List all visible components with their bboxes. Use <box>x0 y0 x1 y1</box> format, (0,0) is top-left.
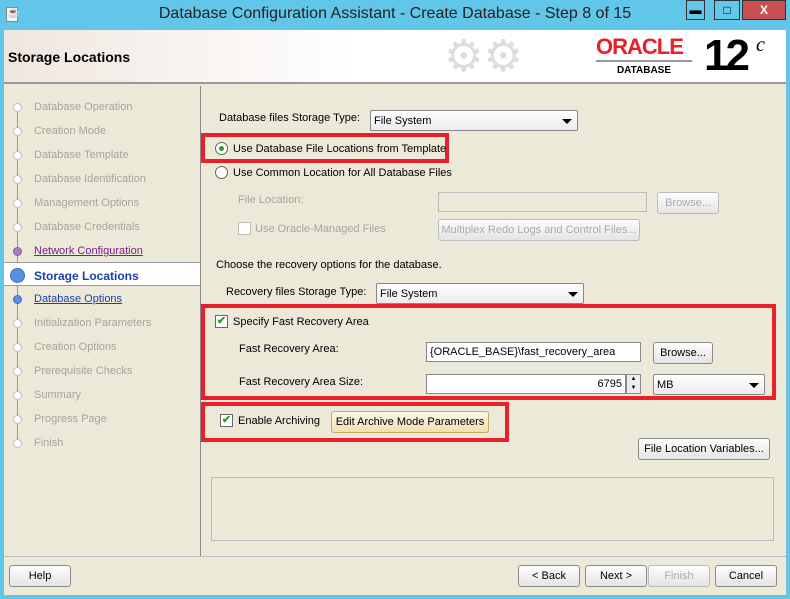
fra-unit-select[interactable]: MB <box>653 374 765 395</box>
recovery-storage-type-value: File System <box>380 288 438 300</box>
specify-fra-label[interactable]: Specify Fast Recovery Area <box>233 316 369 328</box>
step-node-icon <box>13 127 22 136</box>
enable-archiving-checkbox[interactable]: ✔ <box>220 414 233 427</box>
db-storage-type-select[interactable]: File System <box>370 110 578 131</box>
edit-archive-mode-button[interactable]: Edit Archive Mode Parameters <box>331 411 489 433</box>
next-button[interactable]: Next > <box>585 565 647 587</box>
template-locations-label[interactable]: Use Database File Locations from Templat… <box>233 143 446 155</box>
recovery-storage-type-select[interactable]: File System <box>376 283 584 304</box>
browse-fra-button[interactable]: Browse... <box>653 342 713 364</box>
step-node-icon <box>13 415 22 424</box>
step-node-icon <box>13 103 22 112</box>
fra-size-input[interactable]: 6795 <box>426 374 626 394</box>
step-storage-locations: Storage Locations <box>34 269 139 283</box>
step-node-icon <box>13 367 22 376</box>
message-area <box>211 477 774 541</box>
step-prerequisite-checks: Prerequisite Checks <box>34 365 133 377</box>
file-location-variables-button[interactable]: File Location Variables... <box>638 438 770 460</box>
db-storage-type-value: File System <box>374 115 432 127</box>
back-button[interactable]: < Back <box>518 565 580 587</box>
common-location-label[interactable]: Use Common Location for All Database Fil… <box>233 167 452 179</box>
logo-version: 12 <box>704 31 750 80</box>
db-storage-type-label: Database files Storage Type: <box>219 112 361 124</box>
logo-oracle: ORACLE <box>596 34 684 59</box>
step-node-icon <box>13 247 22 256</box>
recovery-intro-text: Choose the recovery options for the data… <box>216 259 442 271</box>
step-management-options: Management Options <box>34 197 140 209</box>
fra-input[interactable]: {ORACLE_BASE}\fast_recovery_area <box>426 342 641 362</box>
minimize-button[interactable]: ▬ <box>686 0 705 20</box>
step-node-icon <box>13 391 22 400</box>
step-node-icon <box>13 175 22 184</box>
gears-graphic-icon: ⚙⚙ <box>444 32 523 81</box>
specify-fra-checkbox[interactable]: ✔ <box>215 315 228 328</box>
title-bar: ☕ Database Configuration Assistant - Cre… <box>0 0 790 30</box>
recovery-storage-type-label: Recovery files Storage Type: <box>226 286 367 298</box>
enable-archiving-label[interactable]: Enable Archiving <box>238 415 320 427</box>
step-initialization-parameters: Initialization Parameters <box>34 317 152 329</box>
step-creation-options: Creation Options <box>34 341 117 353</box>
common-location-radio[interactable] <box>215 166 228 179</box>
step-progress-page: Progress Page <box>34 413 107 425</box>
chevron-down-icon <box>568 292 578 297</box>
multiplex-button[interactable]: Multiplex Redo Logs and Control Files... <box>438 219 640 241</box>
steps-navigation: Database Operation Creation Mode Database … <box>4 86 201 556</box>
omf-checkbox[interactable] <box>238 222 251 235</box>
fra-unit-value: MB <box>657 379 674 391</box>
omf-label: Use Oracle-Managed Files <box>255 223 386 235</box>
step-network-configuration[interactable]: Network Configuration <box>34 245 143 257</box>
fra-size-spinner[interactable]: ▲ ▼ <box>626 374 641 394</box>
step-node-icon <box>13 439 22 448</box>
template-locations-radio[interactable] <box>215 142 228 155</box>
dialog-client: Storage Locations ⚙⚙ ORACLE DATABASE 12 … <box>4 30 786 595</box>
file-location-input[interactable] <box>438 192 647 212</box>
close-button[interactable]: X <box>742 0 786 20</box>
step-creation-mode: Creation Mode <box>34 125 107 137</box>
fra-label: Fast Recovery Area: <box>239 343 339 355</box>
file-location-label: File Location: <box>238 194 304 206</box>
finish-button[interactable]: Finish <box>648 565 710 587</box>
step-database-operation: Database Operation <box>34 101 133 113</box>
step-node-icon <box>10 268 25 283</box>
maximize-button[interactable]: □ <box>714 0 740 20</box>
page-title: Storage Locations <box>8 49 131 65</box>
help-button[interactable]: Help <box>9 565 71 587</box>
logo-c: c <box>756 34 765 56</box>
chevron-down-icon <box>562 119 572 124</box>
window-title: Database Configuration Assistant - Creat… <box>158 5 632 22</box>
oracle-logo: ORACLE DATABASE <box>596 36 696 76</box>
step-node-icon <box>13 151 22 160</box>
step-summary: Summary <box>34 389 82 401</box>
step-database-identification: Database Identification <box>34 173 146 185</box>
chevron-down-icon <box>749 383 759 388</box>
step-database-options[interactable]: Database Options <box>34 293 122 305</box>
logo-database: DATABASE <box>616 65 672 76</box>
step-node-icon <box>13 199 22 208</box>
main-panel: Database files Storage Type: File System… <box>201 86 786 556</box>
step-finish: Finish <box>34 437 64 449</box>
step-node-icon <box>13 223 22 232</box>
step-node-icon <box>13 295 22 304</box>
step-node-icon <box>13 343 22 352</box>
browse-file-location-button[interactable]: Browse... <box>657 192 719 214</box>
header-banner: Storage Locations ⚙⚙ ORACLE DATABASE 12 … <box>4 30 786 84</box>
cancel-button[interactable]: Cancel <box>715 565 777 587</box>
step-database-credentials: Database Credentials <box>34 221 140 233</box>
step-node-icon <box>13 319 22 328</box>
step-database-template: Database Template <box>34 149 129 161</box>
fra-size-label: Fast Recovery Area Size: <box>239 376 364 388</box>
